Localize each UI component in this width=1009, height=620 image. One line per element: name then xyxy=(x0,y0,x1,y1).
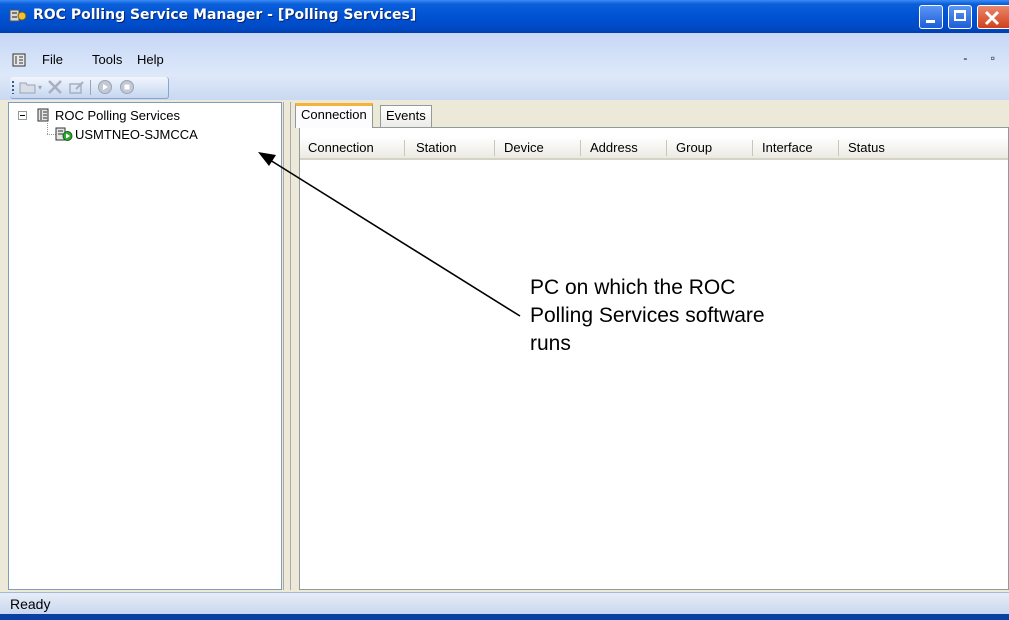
folder-icon[interactable] xyxy=(19,79,37,95)
maximize-button[interactable] xyxy=(948,5,972,29)
column-divider[interactable] xyxy=(666,140,667,156)
dropdown-arrow-icon[interactable]: ▾ xyxy=(38,83,42,92)
tree-pane: ROC Polling Services USMTNEO-SJMCCA xyxy=(8,102,282,590)
mdi-window-controls[interactable]: - ▫ xyxy=(963,51,1005,65)
menu-bar: File Tools Help - ▫ xyxy=(0,33,1009,75)
toolbar-separator xyxy=(90,80,91,95)
column-header-interface[interactable]: Interface xyxy=(762,140,813,155)
column-header-device[interactable]: Device xyxy=(504,140,544,155)
toolbar-grip[interactable] xyxy=(12,81,14,94)
column-header-connection[interactable]: Connection xyxy=(308,140,374,155)
close-icon xyxy=(984,10,1000,26)
tree-collapse-toggle[interactable] xyxy=(18,111,27,120)
tree-item-host[interactable]: USMTNEO-SJMCCA xyxy=(75,127,198,142)
edit-icon[interactable] xyxy=(68,79,86,95)
menu-tools[interactable]: Tools xyxy=(92,52,122,67)
column-header-address[interactable]: Address xyxy=(590,140,638,155)
pane-splitter[interactable] xyxy=(283,102,291,590)
delete-icon[interactable] xyxy=(46,79,64,95)
tree-root-label[interactable]: ROC Polling Services xyxy=(55,108,180,123)
column-header-group[interactable]: Group xyxy=(676,140,712,155)
column-divider[interactable] xyxy=(404,140,405,156)
server-icon xyxy=(37,108,49,122)
column-divider[interactable] xyxy=(580,140,581,156)
column-divider[interactable] xyxy=(494,140,495,156)
annotation-callout: PC on which the ROC Polling Services sof… xyxy=(512,266,802,378)
window-title: ROC Polling Service Manager - [Polling S… xyxy=(33,7,417,23)
start-icon[interactable] xyxy=(96,79,114,95)
app-window: ROC Polling Service Manager - [Polling S… xyxy=(0,0,1009,615)
app-icon xyxy=(9,9,27,22)
column-header-station[interactable]: Station xyxy=(416,140,456,155)
column-divider[interactable] xyxy=(752,140,753,156)
minimize-button[interactable] xyxy=(919,5,943,29)
stop-icon[interactable] xyxy=(118,79,136,95)
title-bar[interactable]: ROC Polling Service Manager - [Polling S… xyxy=(0,0,1009,33)
column-header-status[interactable]: Status xyxy=(848,140,885,155)
menu-file[interactable]: File xyxy=(42,52,63,67)
table-header: Connection Station Device Address Group … xyxy=(300,137,1008,160)
tab-connection[interactable]: Connection xyxy=(295,103,373,128)
tab-events[interactable]: Events xyxy=(380,105,432,127)
annotation-text: PC on which the ROC Polling Services sof… xyxy=(530,276,765,355)
document-icon[interactable] xyxy=(12,53,26,67)
status-bar: Ready xyxy=(0,592,1009,615)
tool-strip: ▾ xyxy=(10,77,169,99)
status-text: Ready xyxy=(10,596,51,612)
window-bottom-border xyxy=(0,614,1009,620)
pc-running-icon xyxy=(55,127,73,141)
close-button[interactable] xyxy=(977,5,1009,29)
tree-connector xyxy=(47,123,48,134)
menu-help[interactable]: Help xyxy=(137,52,164,67)
toolbar: ▾ xyxy=(0,75,1009,100)
column-divider[interactable] xyxy=(838,140,839,156)
